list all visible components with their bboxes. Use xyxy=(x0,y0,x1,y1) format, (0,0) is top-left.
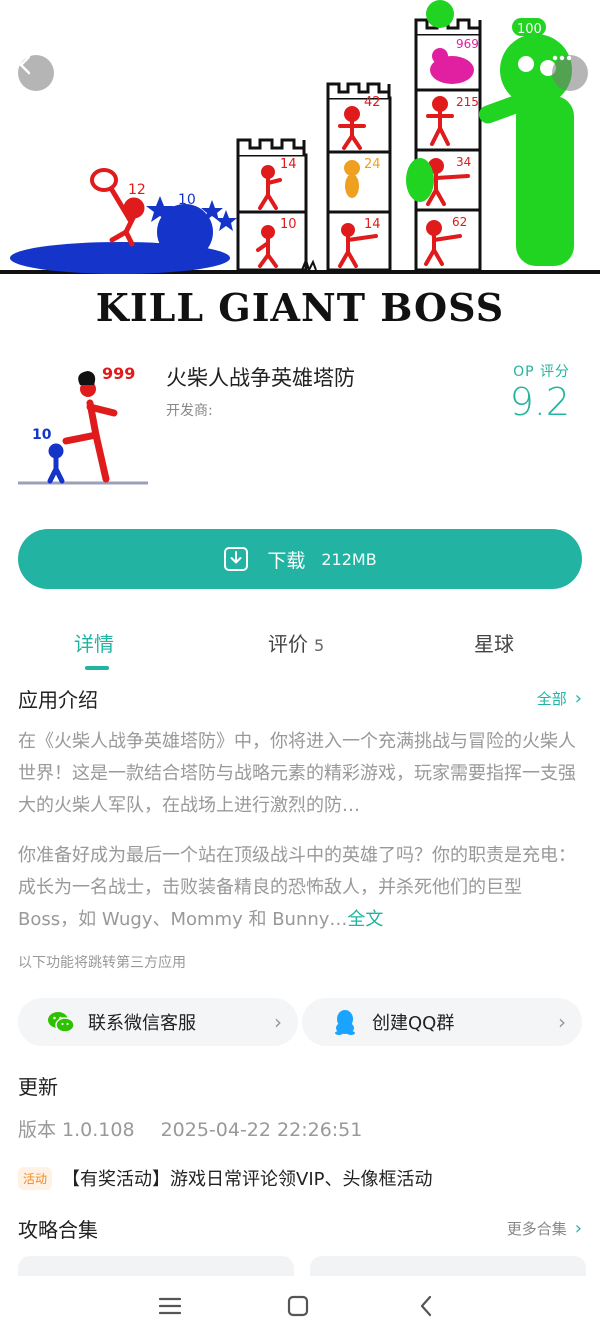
chevron-right-icon: › xyxy=(574,688,582,709)
banner-title: KILL GIANT BOSS xyxy=(95,285,505,330)
system-back-button[interactable] xyxy=(406,1286,446,1326)
third-party-note: 以下功能将跳转第三方应用 xyxy=(18,955,186,971)
guides-title: 攻略合集 xyxy=(18,1218,98,1242)
app-name: 火柴人战争英雄塔防 xyxy=(166,366,355,390)
version-number: 版本 1.0.108 xyxy=(18,1119,135,1141)
chevron-left-icon xyxy=(19,55,31,75)
wechat-icon xyxy=(48,1012,75,1033)
system-navigation-bar xyxy=(0,1276,600,1333)
more-options-button[interactable] xyxy=(552,55,588,91)
chevron-right-icon: › xyxy=(274,1010,282,1034)
banner-number: 14 xyxy=(280,157,297,172)
event-text: 【有奖活动】游戏日常评论领VIP、头像框活动 xyxy=(62,1169,433,1190)
intro-paragraph-2-text: 你准备好成为最后一个站在顶级战斗中的英雄了吗？你的职责是充电：成长为一名战士，击… xyxy=(18,845,576,930)
banner-number: 14 xyxy=(364,217,381,232)
tab-planet[interactable]: 星球 xyxy=(474,628,514,657)
intro-paragraph-1: 在《火柴人战争英雄塔防》中，你将进入一个充满挑战与冒险的火柴人世界！这是一款结合… xyxy=(18,731,576,816)
banner-number: 10 xyxy=(178,192,196,208)
download-icon xyxy=(224,547,249,571)
intro-paragraph-2: 你准备好成为最后一个站在顶级战斗中的英雄了吗？你的职责是充电：成长为一名战士，击… xyxy=(18,840,584,936)
guide-card[interactable] xyxy=(310,1256,586,1276)
developer-label: 开发商: xyxy=(166,403,213,419)
banner-number: 12 xyxy=(128,182,146,198)
recent-apps-button[interactable] xyxy=(150,1286,190,1326)
download-label: 下载 xyxy=(267,549,306,572)
update-date: 2025-04-22 22:26:51 xyxy=(160,1119,363,1141)
download-size: 212MB xyxy=(321,549,377,569)
rating-label: OP 评分 xyxy=(513,364,570,380)
home-square-icon xyxy=(287,1295,309,1317)
guide-card[interactable] xyxy=(18,1256,294,1276)
update-title: 更新 xyxy=(18,1075,58,1099)
tab-reviews-label: 评价 xyxy=(268,632,308,656)
banner-number: 24 xyxy=(364,157,381,172)
tab-details[interactable]: 详情 xyxy=(74,628,114,657)
home-button[interactable] xyxy=(278,1286,318,1326)
banner-number: 10 xyxy=(280,217,297,232)
app-icon-artwork: 999 10 xyxy=(18,364,148,485)
more-guides-label: 更多合集 xyxy=(506,1220,567,1238)
icon-number: 999 xyxy=(102,364,135,383)
back-arrow-icon xyxy=(420,1295,432,1317)
banner-number: 215 xyxy=(456,95,479,109)
active-tab-indicator xyxy=(85,666,109,670)
tab-reviews[interactable]: 评价 5 xyxy=(268,628,324,657)
banner-number: 42 xyxy=(364,95,381,110)
menu-lines-icon xyxy=(159,1297,181,1315)
create-qq-group-label: 创建QQ群 xyxy=(372,1013,455,1034)
wechat-service-label: 联系微信客服 xyxy=(88,1013,196,1034)
chevron-right-icon: › xyxy=(558,1010,566,1034)
back-button[interactable] xyxy=(18,55,54,91)
banner-number: 100 xyxy=(517,22,542,37)
wechat-service-button[interactable]: 联系微信客服 › xyxy=(18,998,298,1046)
download-button[interactable]: 下载 212MB xyxy=(18,529,582,589)
more-guides-link[interactable]: 更多合集 › xyxy=(507,1218,582,1239)
icon-number: 10 xyxy=(32,427,52,443)
tab-reviews-count: 5 xyxy=(314,636,325,655)
intro-all-link[interactable]: 全部 › xyxy=(537,688,582,709)
banner-number: 969 xyxy=(456,37,479,51)
event-banner[interactable]: 活动 【有奖活动】游戏日常评论领VIP、头像框活动 xyxy=(18,1165,433,1191)
game-banner: 10 12 14 10 42 24 14 969 215 34 62 100 K… xyxy=(0,0,600,345)
qq-penguin-icon xyxy=(335,1010,355,1035)
create-qq-group-button[interactable]: 创建QQ群 › xyxy=(302,998,582,1046)
app-icon: 999 10 xyxy=(18,355,150,487)
banner-number: 62 xyxy=(452,215,467,229)
version-info: 版本 1.0.108 2025-04-22 22:26:51 xyxy=(18,1115,362,1142)
banner-number: 34 xyxy=(456,155,471,169)
full-text-link[interactable]: 全文 xyxy=(347,909,383,930)
rating-value: 9.2 xyxy=(509,380,570,424)
event-tag: 活动 xyxy=(18,1166,53,1190)
intro-title: 应用介绍 xyxy=(18,688,98,712)
chevron-right-icon: › xyxy=(574,1218,582,1239)
more-dots-icon xyxy=(552,55,572,61)
intro-all-label: 全部 xyxy=(536,690,567,708)
